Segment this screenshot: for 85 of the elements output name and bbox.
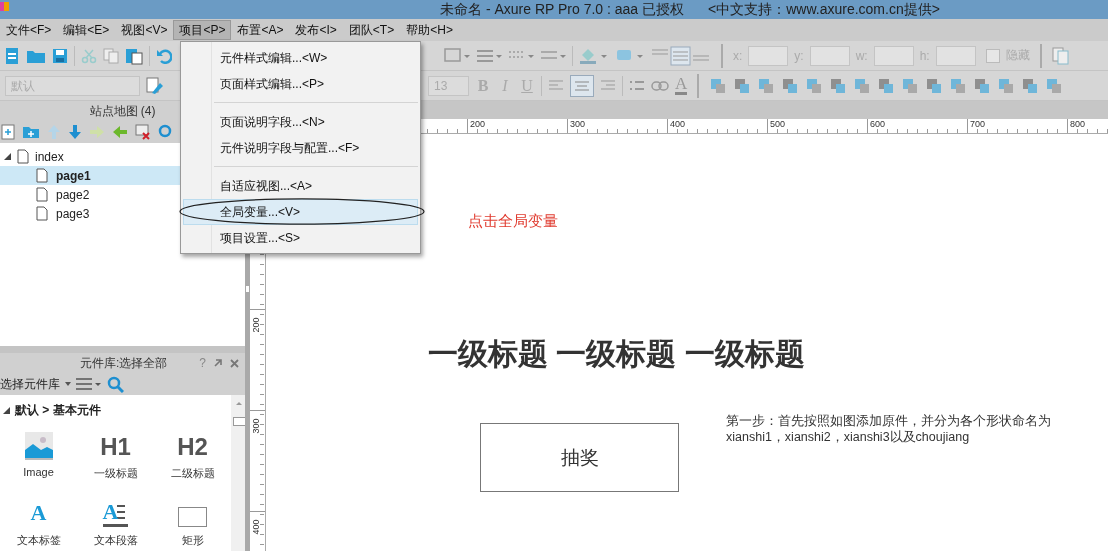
tree-item[interactable]: page2: [56, 187, 90, 202]
menu-item[interactable]: 编辑<E>: [57, 20, 116, 40]
ruler-label: 200: [467, 119, 567, 133]
heading-text: 一级标题 一级标题 一级标题: [428, 336, 805, 372]
layer-icon[interactable]: [805, 76, 824, 95]
close-icon[interactable]: [230, 358, 239, 368]
heading-widget-icon[interactable]: H1: [100, 434, 131, 460]
page-icon: [17, 149, 29, 164]
align-lines-icon[interactable]: [651, 45, 711, 66]
tree-item[interactable]: page3: [56, 206, 90, 221]
layer-icon[interactable]: [781, 76, 800, 95]
undo-icon[interactable]: [156, 47, 172, 64]
layer-icon[interactable]: [757, 76, 776, 95]
panel-header: 元件库:选择全部: [80, 354, 169, 372]
menu-item[interactable]: 布置<A>: [231, 20, 290, 40]
pop-out-icon[interactable]: [213, 358, 223, 368]
ruler-label: 600: [867, 119, 967, 133]
layer-icon[interactable]: [709, 76, 728, 95]
add-folder-icon[interactable]: [22, 125, 40, 139]
align-center-icon[interactable]: [570, 74, 594, 97]
annotation-text: 点击全局变量: [468, 212, 558, 231]
widget-label: 文本标签: [16, 533, 61, 548]
ruler-label: 300: [250, 418, 261, 434]
fill-bucket-icon[interactable]: [579, 46, 609, 65]
page-icon: [36, 187, 48, 202]
menu-item[interactable]: 项目设置...<S>: [183, 225, 418, 251]
note-text: 第一步：首先按照如图添加原件，并分为各个形状命名为xianshi1，xianshi2，xianshi3以及choujiang: [726, 413, 1052, 445]
widget-label: 一级标题: [93, 466, 138, 481]
scissors-icon[interactable]: [81, 47, 97, 64]
border-color-icon[interactable]: [444, 46, 470, 65]
layer-icon[interactable]: [733, 76, 752, 95]
bullet-list-icon[interactable]: [629, 78, 645, 93]
ruler-label: 400: [667, 119, 767, 133]
window-title: 未命名 - Axure RP Pro 7.0 : aaa 已授权: [440, 0, 685, 19]
link-icon[interactable]: [651, 79, 669, 92]
page-icon: [36, 168, 48, 183]
group-label[interactable]: 默认 > 基本元件: [15, 401, 101, 419]
draw-button-widget: 抽奖: [480, 423, 679, 492]
format-painter-icon[interactable]: [146, 76, 164, 95]
ruler-label: 800: [1067, 119, 1108, 133]
ruler-label: 200: [250, 317, 261, 333]
page-icon: [36, 206, 48, 221]
window-subtitle: <中文支持：www.axure.com.cn提供>: [708, 0, 940, 19]
arrow-left-icon[interactable]: [112, 125, 128, 139]
layer-icon[interactable]: [829, 76, 848, 95]
arrow-up-icon[interactable]: [47, 124, 61, 140]
align-left-icon[interactable]: [548, 78, 564, 93]
app-logo-icon: [0, 2, 9, 11]
widget-label: 矩形: [181, 533, 204, 548]
save-icon[interactable]: [52, 47, 68, 64]
menu-item[interactable]: 帮助<H>: [400, 20, 459, 40]
copy-icon[interactable]: [103, 47, 119, 64]
ruler-label: 400: [250, 519, 261, 535]
widget-label: 二级标题: [170, 466, 215, 481]
page-copy-icon[interactable]: [1051, 46, 1070, 65]
menu-icon[interactable]: [76, 378, 102, 390]
menu-item[interactable]: 发布<I>: [289, 20, 343, 40]
caret-icon[interactable]: [65, 382, 71, 386]
ruler-label: 300: [567, 119, 667, 133]
heading-widget-icon[interactable]: H2: [177, 434, 208, 460]
widget-label: Image: [23, 466, 54, 478]
delete-page-icon[interactable]: [135, 124, 151, 140]
widget-label: 文本段落: [93, 533, 138, 548]
arrow-right-icon[interactable]: [89, 125, 105, 139]
new-page-icon[interactable]: [4, 46, 20, 65]
checkbox[interactable]: [985, 48, 1000, 63]
add-page-icon[interactable]: [1, 124, 15, 140]
ruler-label: 700: [967, 119, 1067, 133]
arrow-down-icon[interactable]: [68, 124, 82, 140]
menu-item[interactable]: 页面样式编辑...<P>: [183, 71, 418, 97]
tree-item[interactable]: page1: [56, 168, 91, 183]
menu-item[interactable]: 项目<P>: [173, 20, 232, 40]
paste-icon[interactable]: [125, 46, 143, 65]
menu-item[interactable]: 团队<T>: [342, 20, 401, 40]
tree-item[interactable]: index: [35, 149, 64, 164]
menu-item[interactable]: 元件说明字段与配置...<F>: [183, 135, 418, 161]
image-widget-icon[interactable]: [24, 432, 53, 460]
align-right-icon[interactable]: [600, 78, 616, 93]
menu-item[interactable]: 视图<V>: [115, 20, 174, 40]
menu-item[interactable]: 文件<F>: [0, 20, 58, 40]
menu-item[interactable]: 自适应视图...<A>: [183, 173, 418, 199]
ruler-label: 500: [767, 119, 867, 133]
rectangle-widget-icon[interactable]: [178, 507, 207, 527]
expand-triangle-icon[interactable]: [3, 406, 10, 414]
menu-item[interactable]: 元件样式编辑...<W>: [183, 45, 418, 71]
